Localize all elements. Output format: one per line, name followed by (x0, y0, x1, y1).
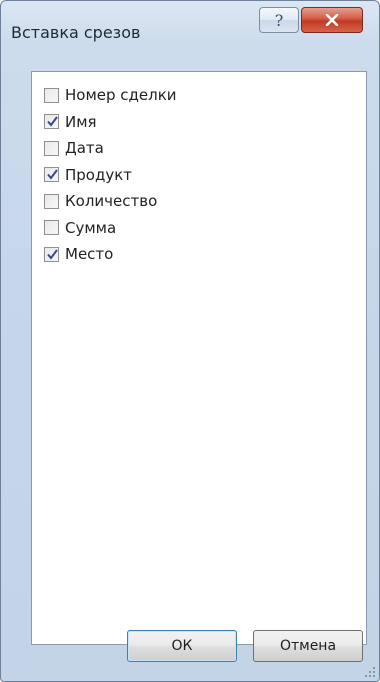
field-label: Сумма (65, 218, 117, 237)
field-label: Место (65, 245, 114, 264)
list-item[interactable]: Имя (44, 109, 177, 136)
field-label: Продукт (65, 165, 133, 184)
list-item[interactable]: Номер сделки (44, 82, 177, 109)
help-button[interactable]: ? (259, 7, 299, 33)
resize-grip-icon[interactable] (364, 666, 376, 678)
checkbox[interactable] (44, 246, 59, 262)
insert-slicers-dialog: Вставка срезов ? Номер сделки Имя Дата П… (0, 0, 380, 682)
list-item[interactable]: Дата (44, 135, 177, 162)
checkbox[interactable] (44, 220, 59, 236)
close-icon (325, 14, 339, 26)
checkbox[interactable] (44, 167, 59, 183)
fields-list: Номер сделки Имя Дата Продукт Количество… (44, 82, 177, 268)
checkbox[interactable] (44, 193, 59, 209)
dialog-title: Вставка срезов (11, 23, 141, 42)
ok-button[interactable]: ОК (127, 630, 237, 662)
cancel-button[interactable]: Отмена (253, 630, 363, 662)
checkmark-icon (47, 116, 58, 127)
list-item[interactable]: Место (44, 241, 177, 268)
checkbox[interactable] (44, 140, 59, 156)
field-label: Дата (65, 139, 104, 158)
fields-list-panel[interactable]: Номер сделки Имя Дата Продукт Количество… (31, 71, 367, 645)
list-item[interactable]: Количество (44, 188, 177, 215)
list-item[interactable]: Продукт (44, 162, 177, 189)
checkmark-icon (47, 249, 58, 260)
list-item[interactable]: Сумма (44, 215, 177, 242)
title-bar[interactable]: Вставка срезов ? (1, 1, 379, 57)
close-button[interactable] (301, 7, 363, 33)
checkmark-icon (47, 169, 58, 180)
field-label: Номер сделки (65, 86, 177, 105)
checkbox[interactable] (44, 114, 59, 130)
field-label: Имя (65, 112, 97, 131)
checkbox[interactable] (44, 87, 59, 103)
field-label: Количество (65, 192, 158, 211)
question-mark-icon: ? (274, 10, 284, 30)
